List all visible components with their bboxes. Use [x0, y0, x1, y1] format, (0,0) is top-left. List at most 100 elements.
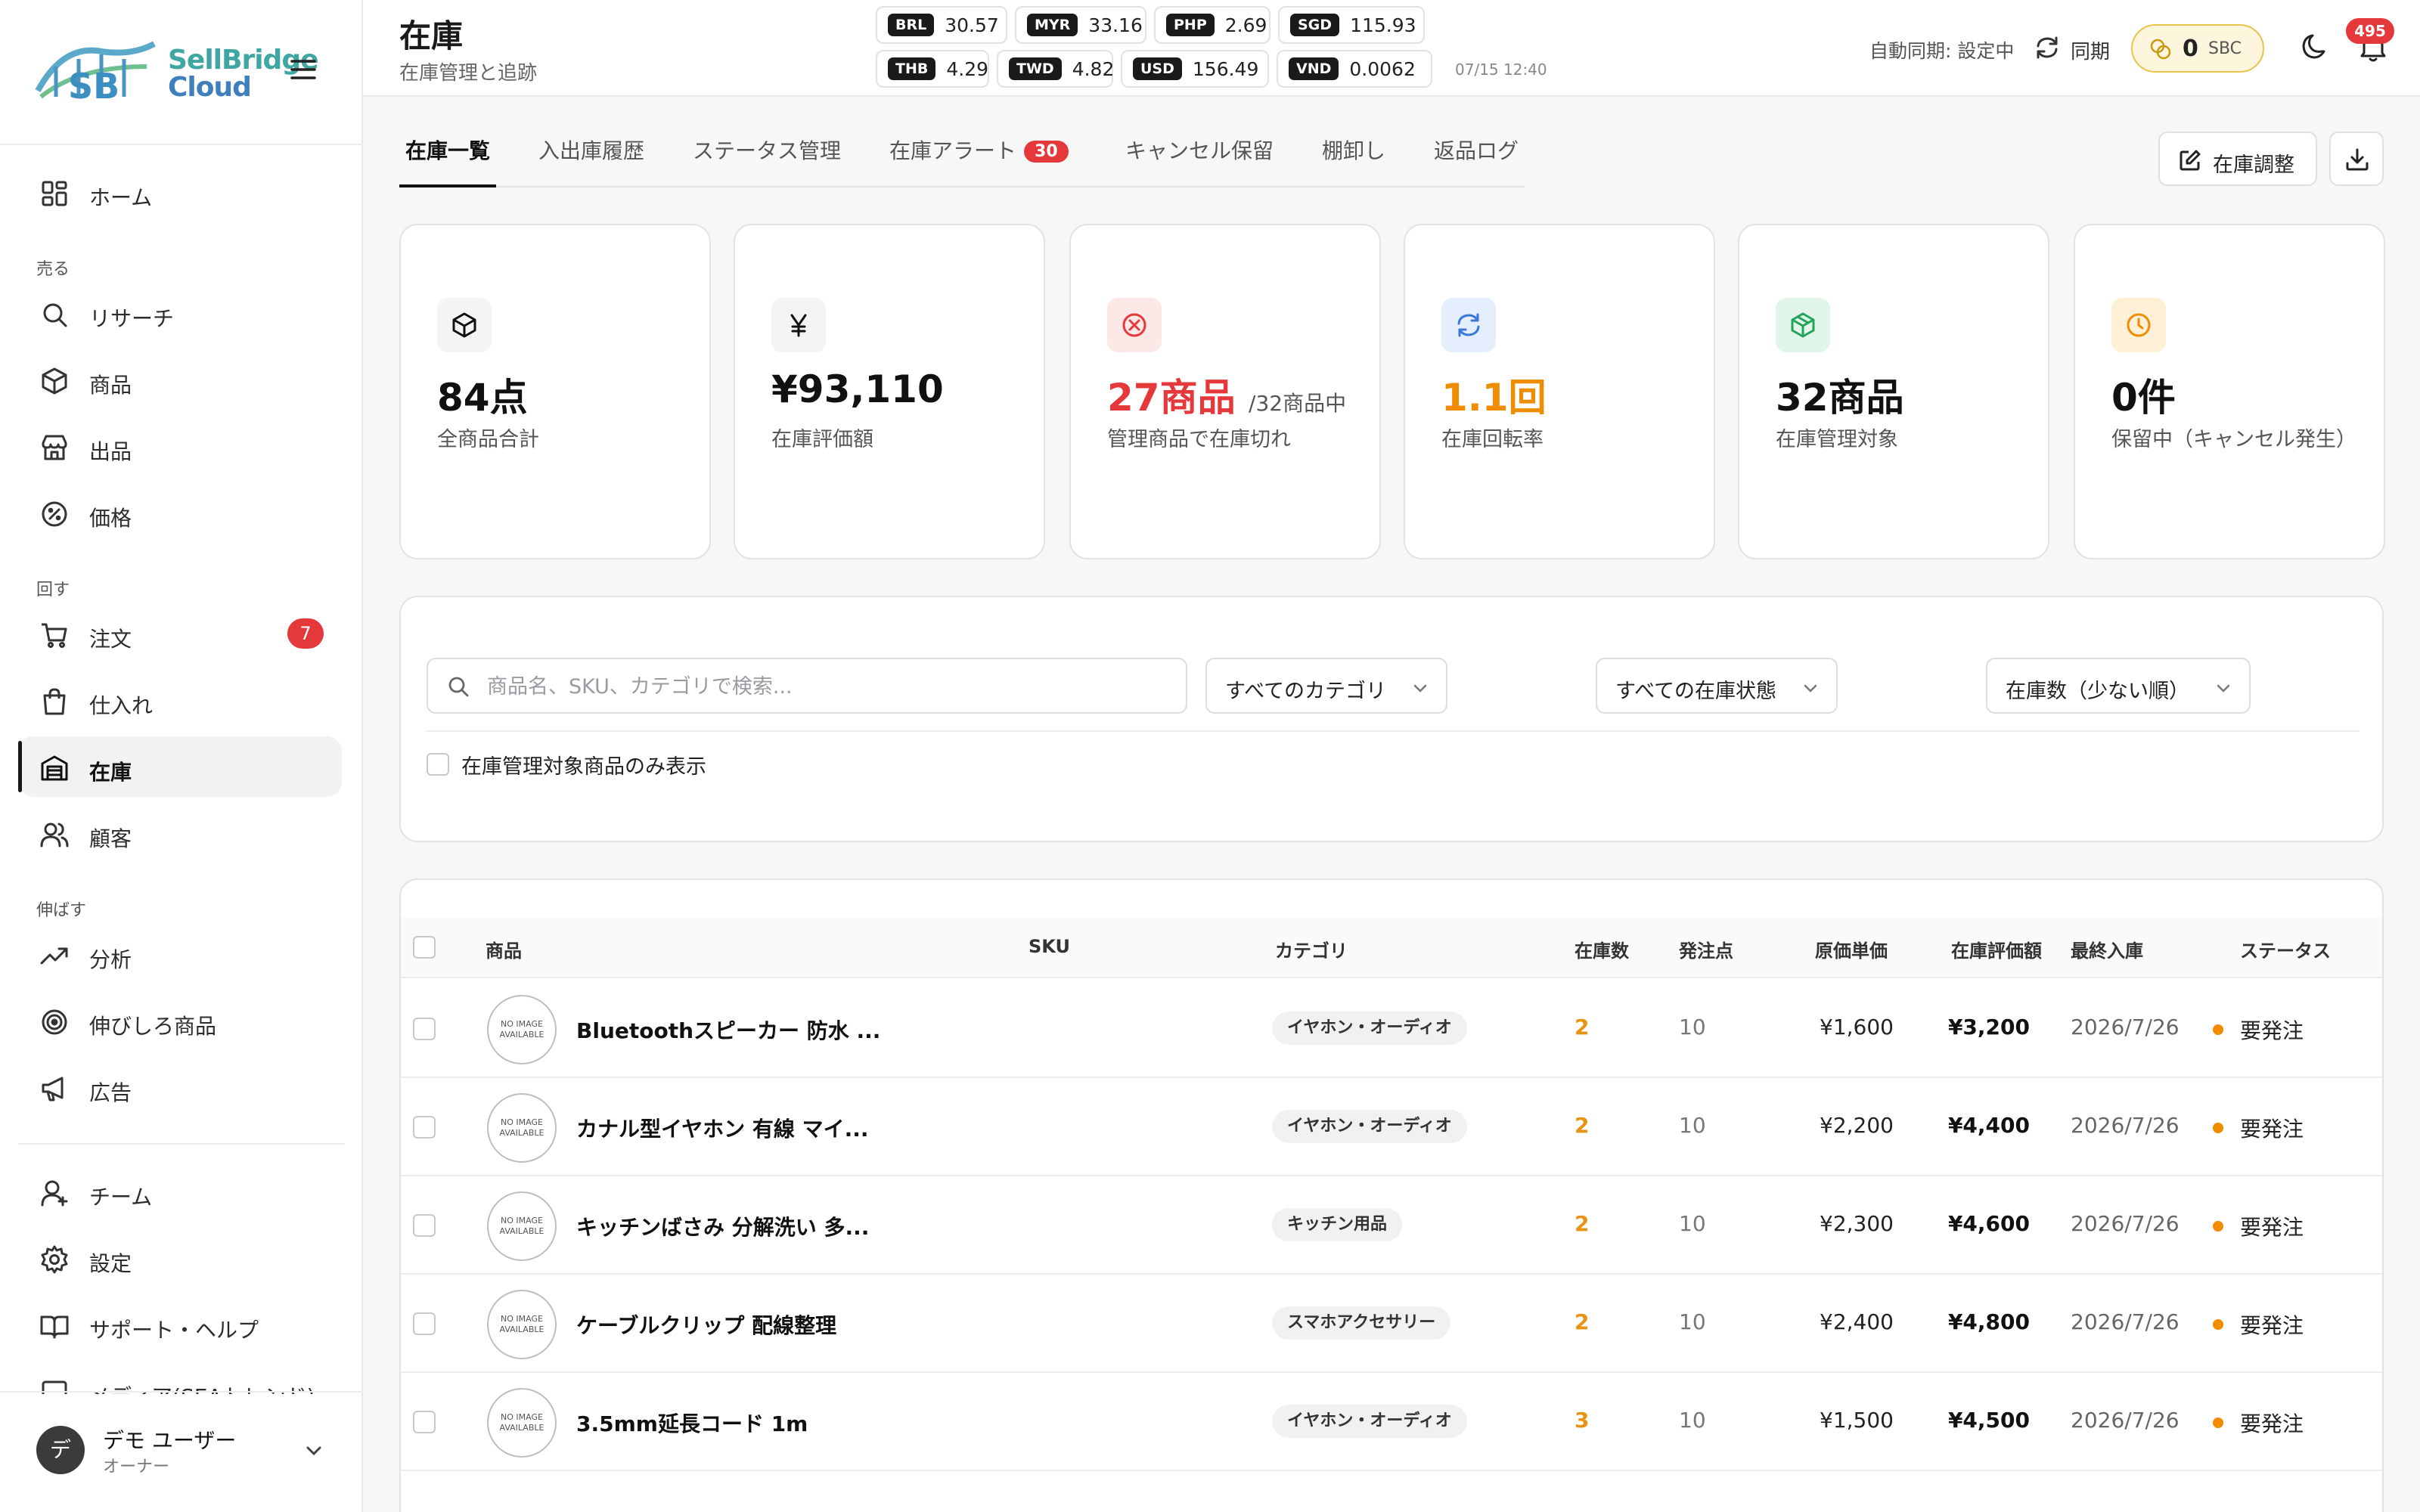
stock-status-select[interactable]: すべての在庫状態 [1596, 658, 1838, 714]
sidebar: SB SellBridge Cloud ホーム 売る リサーチ 商品 出品 価格… [0, 0, 363, 1512]
table-row[interactable]: NO IMAGE AVAILABLE ケーブルクリップ 配線整理 スマホアクセサリー… [401, 1275, 2382, 1373]
sidebar-item-support[interactable]: サポート・ヘルプ [18, 1294, 342, 1355]
stock-count: 3 [1575, 1408, 1590, 1433]
product-name[interactable]: キッチンばさみ 分解洗い 多... [576, 1211, 869, 1241]
category-pill: イヤホン・オーディオ [1272, 1110, 1467, 1143]
stat-value: 1.1回 [1441, 376, 1547, 420]
moon-icon[interactable] [2299, 32, 2329, 62]
stat-description: 在庫評価額 [771, 428, 873, 451]
row-checkbox[interactable] [413, 1312, 436, 1335]
managed-only-checkbox[interactable] [427, 753, 449, 776]
status-badge: 要発注 [2212, 1211, 2304, 1241]
col-last-received[interactable]: 最終入庫 [2071, 936, 2143, 962]
sort-select[interactable]: 在庫数（少ない順） [1986, 658, 2251, 714]
stock-valuation: ¥4,600 [1947, 1211, 2030, 1236]
sidebar-item-media[interactable]: メディア(SEAトレンド) [18, 1361, 342, 1394]
sidebar-item-settings[interactable]: 設定 [18, 1228, 342, 1288]
hamburger-menu-icon[interactable] [290, 59, 316, 80]
stat-value: 32商品 [1776, 376, 1904, 420]
select-all-checkbox[interactable] [413, 936, 436, 959]
row-checkbox[interactable] [413, 1214, 436, 1237]
sidebar-item-orders[interactable]: 注文 7 [18, 603, 342, 664]
unit-cost: ¥1,500 [1820, 1408, 1894, 1433]
unit-cost: ¥1,600 [1820, 1015, 1894, 1040]
stock-valuation: ¥4,500 [1947, 1408, 2030, 1433]
stat-description: 管理商品で在庫切れ [1107, 428, 1291, 451]
tab-return-log[interactable]: 返品ログ [1434, 135, 1519, 165]
yen-icon [790, 314, 807, 337]
unit-cost: ¥2,400 [1820, 1309, 1894, 1334]
col-status[interactable]: ステータス [2240, 936, 2331, 962]
col-unit-cost[interactable]: 原価単価 [1815, 936, 1888, 962]
table-row[interactable]: NO IMAGE AVAILABLE 3.5mm延長コード 1m イヤホン・オーディ… [401, 1373, 2382, 1471]
product-name[interactable]: ケーブルクリップ 配線整理 [576, 1309, 836, 1340]
sbc-balance[interactable]: 0 SBC [2131, 24, 2264, 73]
search-box[interactable] [427, 658, 1187, 714]
box-icon [452, 312, 476, 338]
col-sku[interactable]: SKU [1028, 936, 1070, 957]
row-checkbox[interactable] [413, 1411, 436, 1433]
sidebar-item-research[interactable]: リサーチ [18, 283, 342, 343]
sidebar-item-growth-products[interactable]: 伸びしろ商品 [18, 990, 342, 1051]
user-name: デモ ユーザー [103, 1428, 237, 1453]
sidebar-item-products[interactable]: 商品 [18, 349, 342, 410]
package-icon [1791, 312, 1815, 338]
table-row[interactable]: NO IMAGE AVAILABLE カナル型イヤホン 有線 マイ... イヤホン・… [401, 1078, 2382, 1176]
clock-icon [2127, 313, 2151, 337]
tab-stock-history[interactable]: 入出庫履歴 [538, 135, 644, 165]
sidebar-item-listings[interactable]: 出品 [18, 416, 342, 476]
fx-rate-vnd: VND 0.0062 [1277, 50, 1432, 88]
table-row[interactable]: NO IMAGE AVAILABLE Bluetoothスピーカー 防水 ... イ… [401, 980, 2382, 1078]
col-valuation[interactable]: 在庫評価額 [1951, 936, 2042, 962]
sidebar-item-inventory[interactable]: 在庫 [18, 736, 342, 797]
inventory-adjust-button[interactable]: 在庫調整 [2158, 132, 2317, 186]
unit-cost: ¥2,200 [1820, 1113, 1894, 1138]
sidebar-item-team[interactable]: チーム [18, 1161, 342, 1222]
col-reorder-point[interactable]: 発注点 [1679, 936, 1733, 962]
table-header: 商品 SKU カテゴリ 在庫数 発注点 原価単価 在庫評価額 最終入庫 ステータ… [401, 918, 2382, 978]
category-select[interactable]: すべてのカテゴリ [1205, 658, 1447, 714]
managed-only-label: 在庫管理対象商品のみ表示 [461, 755, 706, 779]
sidebar-item-customers[interactable]: 顧客 [18, 803, 342, 863]
fx-rate-brl: BRL 30.57 [876, 6, 1007, 44]
col-category[interactable]: カテゴリ [1275, 936, 1348, 962]
chevron-down-icon [2217, 684, 2230, 692]
edit-icon [2180, 150, 2201, 171]
store-icon [42, 435, 67, 460]
stat-card-out-of-stock: 27商品 /32商品中 管理商品で在庫切れ [1069, 224, 1381, 559]
reorder-point: 10 [1679, 1408, 1706, 1433]
orders-count-badge: 7 [287, 618, 324, 649]
tab-cancel-hold[interactable]: キャンセル保留 [1125, 135, 1274, 165]
sync-button[interactable]: 同期 [2034, 30, 2125, 67]
tab-stocktake[interactable]: 棚卸し [1322, 135, 1385, 165]
table-row[interactable]: NO IMAGE AVAILABLE キッチンばさみ 分解洗い 多... キッチン用… [401, 1176, 2382, 1275]
product-name[interactable]: Bluetoothスピーカー 防水 ... [576, 1015, 880, 1045]
download-button[interactable] [2329, 132, 2384, 186]
product-name[interactable]: 3.5mm延長コード 1m [576, 1408, 808, 1438]
col-stock[interactable]: 在庫数 [1575, 936, 1629, 962]
sidebar-item-ads[interactable]: 広告 [18, 1057, 342, 1117]
sidebar-divider [0, 1391, 363, 1393]
chevron-down-icon [306, 1446, 321, 1456]
stat-icon-box [1441, 298, 1496, 352]
col-product[interactable]: 商品 [486, 936, 522, 962]
coins-icon [2150, 39, 2171, 60]
status-badge: 要発注 [2212, 1309, 2304, 1340]
sidebar-divider [18, 1143, 345, 1145]
stat-icon-box [1107, 298, 1162, 352]
tab-inventory-list[interactable]: 在庫一覧 [405, 135, 490, 165]
search-input[interactable] [487, 668, 1168, 705]
tab-status-management[interactable]: ステータス管理 [693, 135, 841, 165]
sidebar-item-home[interactable]: ホーム [18, 162, 342, 222]
sidebar-item-analytics[interactable]: 分析 [18, 924, 342, 984]
brand-logo[interactable]: SB SellBridge Cloud [33, 36, 319, 104]
row-checkbox[interactable] [413, 1018, 436, 1040]
sidebar-item-pricing[interactable]: 価格 [18, 482, 342, 543]
user-menu[interactable]: デ デモ ユーザー オーナー [36, 1424, 331, 1477]
product-name[interactable]: カナル型イヤホン 有線 マイ... [576, 1113, 869, 1143]
row-checkbox[interactable] [413, 1116, 436, 1139]
stat-value: ¥93,110 [771, 367, 944, 411]
users-icon [40, 823, 69, 847]
sidebar-item-purchasing[interactable]: 仕入れ [18, 670, 342, 730]
tab-stock-alerts[interactable]: 在庫アラート 30 [889, 135, 1069, 165]
